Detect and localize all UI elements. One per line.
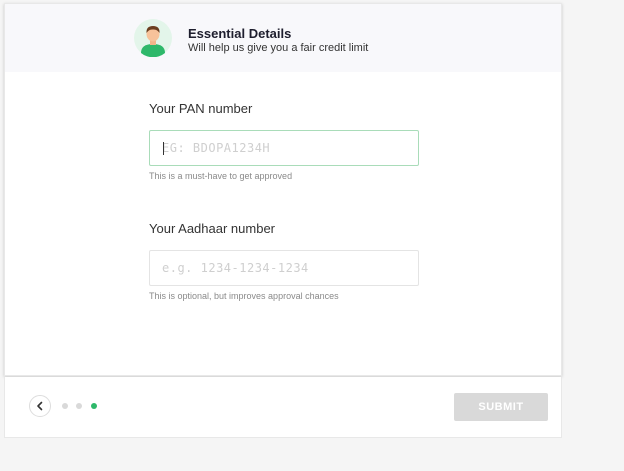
text-caret: [163, 142, 164, 155]
back-button[interactable]: [29, 395, 51, 417]
page-subtitle: Will help us give you a fair credit limi…: [188, 42, 369, 54]
user-avatar-icon: [134, 19, 172, 58]
chevron-left-icon: [35, 401, 45, 411]
pan-label: Your PAN number: [149, 101, 253, 116]
submit-button[interactable]: SUBMIT: [454, 393, 548, 421]
step-dot-3-active: [91, 403, 97, 409]
aadhaar-label: Your Aadhaar number: [149, 221, 276, 236]
step-dot-2: [76, 403, 82, 409]
form-footer: SUBMIT: [4, 377, 562, 438]
pan-input[interactable]: [149, 130, 419, 166]
page-title: Essential Details: [188, 26, 292, 41]
essential-details-card: Essential Details Will help us give you …: [4, 3, 562, 376]
card-header: Essential Details Will help us give you …: [5, 4, 561, 72]
pan-helper-text: This is a must-have to get approved: [149, 171, 293, 181]
step-dot-1: [62, 403, 68, 409]
aadhaar-input[interactable]: [149, 250, 419, 286]
aadhaar-helper-text: This is optional, but improves approval …: [149, 291, 339, 301]
